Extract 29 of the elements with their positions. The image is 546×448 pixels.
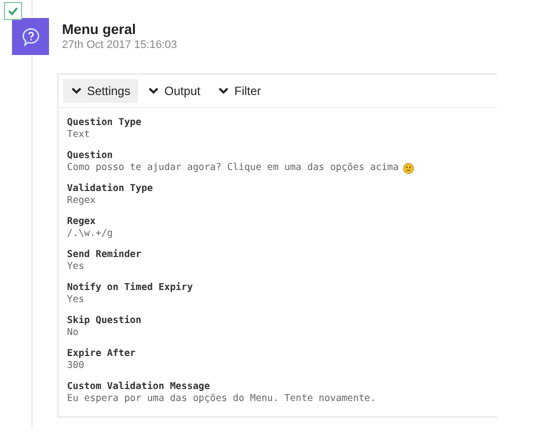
field-value: Regex — [67, 195, 96, 207]
check-icon — [7, 5, 19, 17]
field-label: Send Reminder — [67, 249, 142, 261]
field-value: Eu espera por uma das opções do Menu. Tente novamente. — [67, 393, 376, 405]
field-label: Expire After — [67, 348, 136, 360]
field-label: Question Type — [67, 117, 142, 129]
chevron-down-icon — [148, 87, 160, 95]
field-value: Como posso te ajudar agora? Clique em uma das opções acima — [67, 162, 399, 174]
tab[interactable]: Settings — [63, 79, 138, 103]
tab[interactable]: Filter — [210, 79, 270, 103]
checkbox[interactable] — [4, 2, 22, 20]
chevron-down-icon — [218, 87, 230, 95]
question-bubble-icon — [12, 18, 49, 55]
field-value: 300 — [67, 360, 84, 372]
field-label: Notify on Timed Expiry — [67, 282, 193, 294]
field-value: /.\w.+/g — [67, 228, 113, 240]
field-value: No — [67, 327, 78, 339]
timestamp: 27th Oct 2017 15:16:03 — [62, 39, 177, 51]
field-label: Regex — [67, 216, 96, 228]
field-value: Text — [67, 129, 90, 141]
entry-title: Menu geral — [62, 21, 137, 37]
field-label: Question — [67, 150, 113, 162]
tab[interactable]: Output — [140, 79, 208, 103]
field-label: Custom Validation Message — [67, 381, 210, 393]
field-value: Yes — [67, 261, 84, 273]
field-label: Skip Question — [67, 315, 142, 327]
field-value: Yes — [67, 294, 84, 306]
chevron-down-icon — [71, 87, 82, 95]
field-label: Validation Type — [67, 183, 153, 195]
